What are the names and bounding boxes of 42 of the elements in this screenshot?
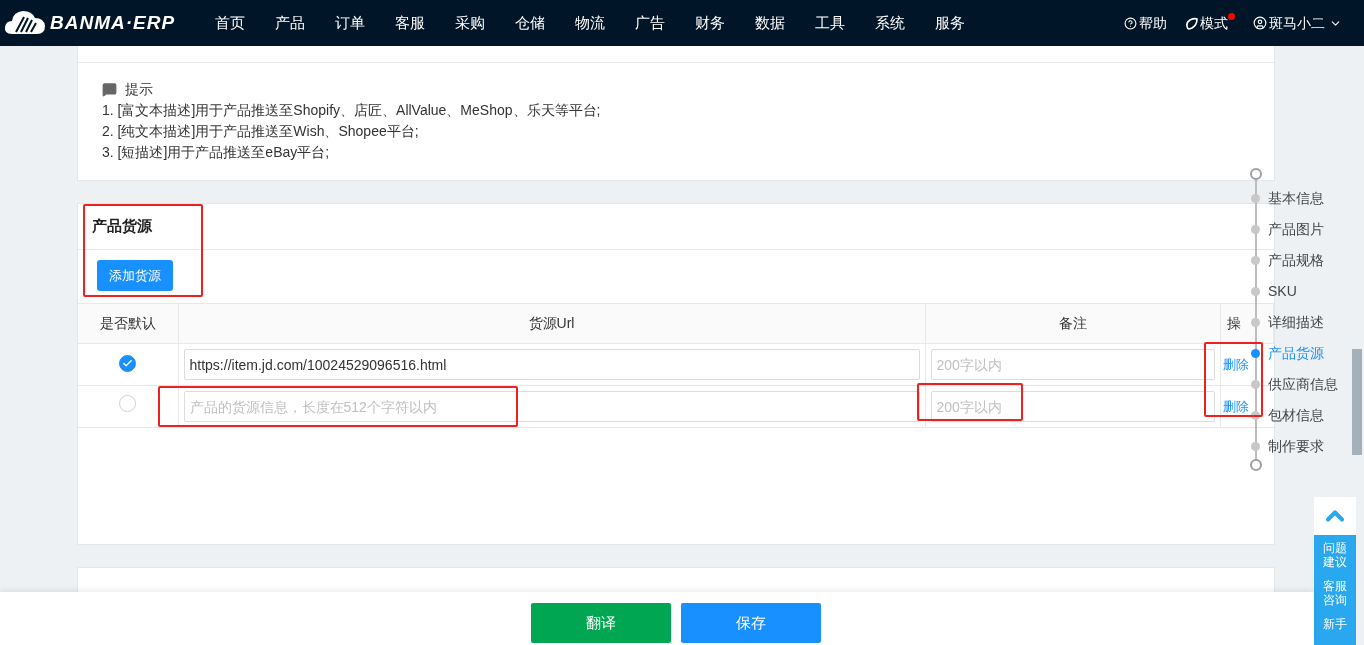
comment-icon bbox=[102, 82, 117, 97]
section-title: 产品货源 bbox=[92, 216, 152, 237]
nav-menu-item[interactable]: 财务 bbox=[695, 13, 725, 33]
anchor-nav-item[interactable]: SKU bbox=[1251, 281, 1297, 302]
url-input[interactable]: https://item.jd.com/10024529096516.html bbox=[183, 349, 920, 380]
check-icon bbox=[122, 358, 134, 369]
column-header: 是否默认 bbox=[78, 303, 178, 344]
help-link[interactable]: 帮助 bbox=[1124, 12, 1167, 34]
tip-line: 1. [富文本描述]用于产品推送至Shopify、店匠、AllValue、MeShop、乐天等平台; bbox=[102, 101, 602, 120]
column-header: 备注 bbox=[925, 303, 1220, 344]
anchor-nav-item[interactable]: 产品规格 bbox=[1251, 250, 1324, 271]
radio-checked[interactable] bbox=[119, 355, 137, 372]
remark-input[interactable]: 200字以内 bbox=[930, 391, 1215, 422]
nav-menu-item[interactable]: 数据 bbox=[755, 13, 785, 33]
nav-menu-item[interactable]: 首页 bbox=[215, 13, 245, 33]
column-header: 货源Url bbox=[178, 303, 925, 344]
nav-menu-item[interactable]: 广告 bbox=[635, 13, 665, 33]
tip-line: 3. [短描述]用于产品推送至eBay平台; bbox=[102, 143, 331, 162]
nav-menu-item[interactable]: 采购 bbox=[455, 13, 485, 33]
nav-menu-item[interactable]: 产品 bbox=[275, 13, 305, 33]
tip-line: 2. [纯文本描述]用于产品推送至Wish、Shopee平台; bbox=[102, 122, 420, 141]
nav-menu-item[interactable]: 客服 bbox=[395, 13, 425, 33]
nav-menu-item[interactable]: 系统 bbox=[875, 13, 905, 33]
nav-menu-item[interactable]: 物流 bbox=[575, 13, 605, 33]
logo-text: BANMA·ERP bbox=[50, 10, 177, 35]
nav-menu-item[interactable]: 服务 bbox=[935, 13, 965, 33]
remark-input[interactable]: 200字以内 bbox=[930, 349, 1215, 380]
radio-unchecked[interactable] bbox=[119, 395, 137, 412]
nav-menu-item[interactable]: 仓储 bbox=[515, 13, 545, 33]
nav-menu-item[interactable]: 工具 bbox=[815, 13, 845, 33]
mode-link[interactable]: 模式 bbox=[1185, 12, 1228, 34]
nav-menu-item[interactable]: 订单 bbox=[335, 13, 365, 33]
anchor-nav-item[interactable]: 制作要求 bbox=[1251, 436, 1324, 457]
tip-title: 提示 bbox=[125, 80, 153, 99]
anchor-nav-item[interactable]: 基本信息 bbox=[1251, 188, 1324, 209]
user-menu[interactable]: 斑马小二 bbox=[1253, 12, 1342, 34]
anchor-nav-item[interactable]: 产品图片 bbox=[1251, 219, 1324, 240]
anchor-nav-item[interactable]: 包材信息 bbox=[1251, 405, 1324, 426]
url-input[interactable]: 产品的货源信息，长度在512个字符以内 bbox=[183, 391, 920, 422]
user-icon bbox=[1253, 16, 1267, 30]
anchor-nav-item[interactable]: 供应商信息 bbox=[1251, 374, 1338, 395]
help-icon bbox=[1124, 16, 1137, 30]
